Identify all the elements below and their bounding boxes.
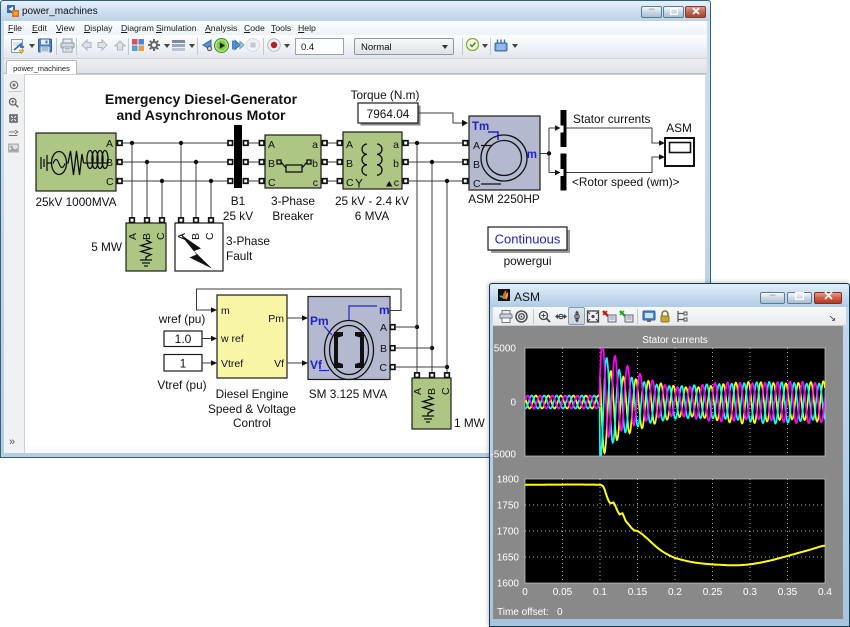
- svg-text:wref (pu): wref (pu): [158, 312, 206, 326]
- svg-text:B: B: [268, 158, 275, 170]
- svg-text:C: C: [268, 177, 276, 189]
- svg-text:A: A: [346, 139, 353, 151]
- svg-text:Fault: Fault: [226, 249, 253, 263]
- svg-text:5 MW: 5 MW: [91, 240, 123, 254]
- svg-text:1 MW: 1 MW: [454, 416, 486, 430]
- svg-text:Pm: Pm: [310, 314, 329, 328]
- svg-text:0.05: 0.05: [553, 587, 573, 598]
- svg-text:w ref: w ref: [220, 333, 244, 345]
- svg-text:25 kV: 25 kV: [223, 209, 253, 223]
- svg-text:m: m: [379, 303, 390, 317]
- svg-text:1.0: 1.0: [175, 332, 192, 346]
- svg-text:m: m: [221, 305, 230, 317]
- svg-text:C: C: [106, 176, 114, 188]
- svg-text:Stator currents: Stator currents: [642, 335, 708, 346]
- svg-text:B: B: [426, 388, 438, 395]
- svg-text:0.25: 0.25: [703, 587, 723, 598]
- svg-text:Pm: Pm: [268, 313, 284, 325]
- svg-text:Breaker: Breaker: [272, 209, 313, 223]
- svg-text:Vtref (pu): Vtref (pu): [157, 378, 206, 392]
- svg-text:1800: 1800: [497, 475, 520, 486]
- svg-text:1700: 1700: [497, 527, 520, 538]
- svg-text:5000: 5000: [494, 344, 517, 355]
- svg-text:1600: 1600: [497, 579, 520, 590]
- svg-text:c: c: [313, 177, 318, 189]
- svg-text:C: C: [440, 387, 452, 395]
- svg-text:b: b: [393, 158, 399, 170]
- svg-text:C: C: [379, 362, 387, 374]
- svg-text:a: a: [393, 139, 399, 151]
- svg-text:B: B: [106, 157, 113, 169]
- svg-text:A: A: [473, 140, 480, 152]
- svg-text:C: C: [346, 177, 354, 189]
- svg-text:Control: Control: [233, 416, 271, 430]
- svg-text:0.15: 0.15: [628, 587, 648, 598]
- svg-text:ASM: ASM: [666, 121, 692, 135]
- svg-text:A: A: [127, 233, 139, 240]
- svg-text:6 MVA: 6 MVA: [355, 209, 390, 223]
- svg-text:ASM 2250HP: ASM 2250HP: [468, 192, 540, 206]
- svg-text:Speed & Voltage: Speed & Voltage: [208, 402, 296, 416]
- svg-text:powergui: powergui: [504, 254, 552, 268]
- svg-text:B: B: [346, 158, 353, 170]
- svg-text:C: C: [473, 178, 481, 190]
- svg-text:B1: B1: [231, 194, 245, 208]
- svg-text:A: A: [380, 322, 387, 334]
- svg-text:Continuous: Continuous: [495, 232, 561, 247]
- svg-text:A: A: [268, 139, 275, 151]
- svg-text:C: C: [204, 232, 216, 240]
- svg-text:Torque (N.m): Torque (N.m): [351, 88, 420, 102]
- svg-text:1: 1: [180, 357, 187, 371]
- svg-text:a: a: [312, 139, 318, 151]
- svg-text:25 kV - 2.4 kV: 25 kV - 2.4 kV: [335, 194, 409, 208]
- svg-text:A: A: [106, 138, 113, 150]
- svg-text:Stator currents: Stator currents: [573, 112, 650, 126]
- svg-text:SM 3.125 MVA: SM 3.125 MVA: [309, 387, 388, 401]
- svg-text:Vtref: Vtref: [221, 358, 243, 370]
- svg-text:0.4: 0.4: [818, 587, 832, 598]
- svg-text:0.3: 0.3: [743, 587, 757, 598]
- svg-text:-5000: -5000: [490, 450, 516, 461]
- svg-text:Time offset: 0: Time offset: 0: [497, 607, 563, 618]
- svg-text:B: B: [380, 343, 387, 355]
- svg-text:0.1: 0.1: [593, 587, 607, 598]
- svg-text:1650: 1650: [497, 553, 520, 564]
- svg-text:Diesel Engine: Diesel Engine: [216, 387, 289, 401]
- svg-text:1750: 1750: [497, 501, 520, 512]
- svg-text:0.2: 0.2: [668, 587, 682, 598]
- svg-text:b: b: [312, 158, 318, 170]
- svg-text:B: B: [141, 233, 153, 240]
- svg-text:25kV 1000MVA: 25kV 1000MVA: [35, 195, 116, 209]
- svg-text:<Rotor speed (wm)>: <Rotor speed (wm)>: [572, 175, 680, 189]
- svg-text:B: B: [473, 159, 480, 171]
- svg-text:m: m: [527, 149, 537, 161]
- svg-text:0: 0: [522, 587, 528, 598]
- svg-text:Emergency Diesel-Generator: Emergency Diesel-Generator: [105, 91, 298, 107]
- svg-text:Tm: Tm: [472, 121, 489, 133]
- svg-text:C: C: [155, 232, 167, 240]
- svg-text:3-Phase: 3-Phase: [226, 234, 270, 248]
- svg-text:3-Phase: 3-Phase: [271, 194, 315, 208]
- svg-text:0.35: 0.35: [778, 587, 798, 598]
- svg-text:c: c: [394, 177, 399, 189]
- svg-text:A: A: [412, 388, 424, 395]
- svg-text:7964.04: 7964.04: [367, 107, 410, 121]
- svg-text:and Asynchronous Motor: and Asynchronous Motor: [116, 107, 286, 123]
- svg-text:Vf: Vf: [274, 358, 284, 370]
- svg-text:0: 0: [510, 398, 516, 409]
- svg-text:B: B: [190, 233, 202, 240]
